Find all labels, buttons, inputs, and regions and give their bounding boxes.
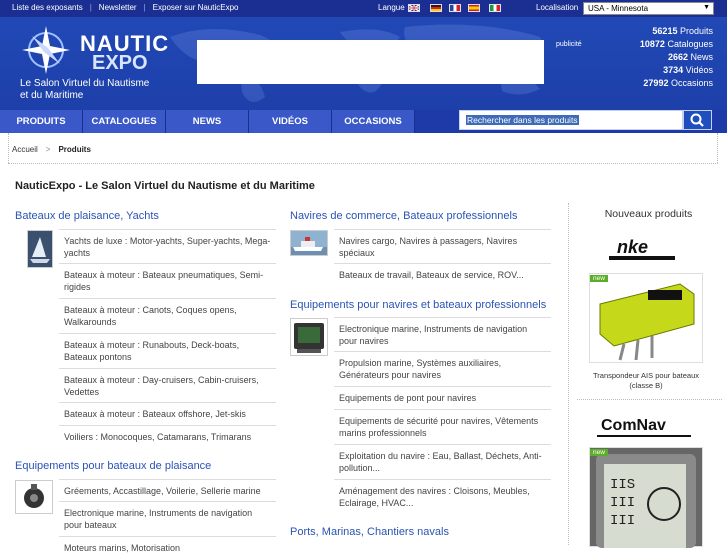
ship-thumbnail[interactable] — [290, 230, 328, 256]
block-thumbnail[interactable] — [15, 480, 53, 514]
divider — [8, 133, 9, 163]
language-label: Langue — [378, 3, 405, 12]
subcategory-item[interactable]: Navires cargo, Navires à passagers, Navi… — [334, 229, 551, 264]
subcategory-item[interactable]: Moteurs marins, Motorisation — [59, 536, 276, 559]
exhibit-link[interactable]: Exposer sur NauticExpo — [153, 3, 239, 12]
nauticexpo-logo[interactable]: NAUTIC EXPO — [18, 24, 168, 76]
ad-label: publicité — [556, 41, 582, 48]
svg-text:IIS: IIS — [610, 477, 635, 493]
page-title: NauticExpo - Le Salon Virtuel du Nautism… — [15, 180, 315, 192]
stat-occasions[interactable]: 27992 Occasions — [640, 77, 713, 90]
tab-occasions[interactable]: OCCASIONS — [332, 110, 415, 133]
subcategory-item[interactable]: Propulsion marine, Systèmes auxiliaires,… — [334, 351, 551, 386]
stat-news[interactable]: 2662 News — [640, 51, 713, 64]
top-bar: Liste des exposants | Newsletter | Expos… — [0, 0, 727, 17]
subcategory-item[interactable]: Exploitation du navire : Eau, Ballast, D… — [334, 444, 551, 479]
search-input[interactable]: Rechercher dans les produits — [459, 110, 683, 130]
subcategory-item[interactable]: Equipements de pont pour navires — [334, 386, 551, 409]
search-button[interactable] — [683, 110, 712, 130]
logo-wordmark-bottom: EXPO — [92, 52, 148, 74]
comnav-brand: ComNav — [601, 417, 666, 434]
breadcrumb-current: Produits — [58, 145, 91, 154]
stat-catalogues[interactable]: 10872 Catalogues — [640, 38, 713, 51]
divider — [577, 399, 722, 400]
radar-icon — [294, 323, 324, 353]
breadcrumb: Accueil > Produits — [12, 145, 91, 154]
exhibitors-list-link[interactable]: Liste des exposants — [12, 3, 83, 12]
subcategory-item[interactable]: Bateaux de travail, Bateaux de service, … — [334, 263, 551, 286]
radar-thumbnail[interactable] — [290, 318, 328, 356]
location-value: USA - Minnesota — [588, 4, 649, 13]
subcategory-item[interactable]: Voiliers : Monocoques, Catamarans, Trima… — [59, 425, 276, 448]
svg-text:III: III — [610, 513, 635, 529]
subcategory-item[interactable]: Yachts de luxe : Motor-yachts, Super-yac… — [59, 229, 276, 264]
new-badge: new — [590, 275, 608, 282]
category-commercial-ships[interactable]: Navires de commerce, Bateaux professionn… — [290, 210, 517, 222]
svg-text:III: III — [610, 495, 635, 511]
stat-videos[interactable]: 3734 Vidéos — [640, 64, 713, 77]
tab-products[interactable]: PRODUITS — [0, 110, 83, 133]
product-comnav[interactable]: IIS III III — [589, 447, 703, 548]
comnav-logo[interactable]: ComNav — [597, 417, 691, 437]
new-products-title: Nouveaux produits — [604, 208, 693, 220]
pulley-icon — [24, 484, 44, 508]
flag-de-icon[interactable] — [430, 4, 442, 12]
logo-bar — [597, 435, 691, 437]
subcategory-item[interactable]: Bateaux à moteur : Bateaux offshore, Jet… — [59, 402, 276, 425]
yacht-icon — [30, 237, 50, 263]
site-header: NAUTIC EXPO Le Salon Virtuel du Nautisme… — [0, 17, 727, 110]
location-label: Localisation — [536, 3, 579, 12]
subcategory-item[interactable]: Bateaux à moteur : Canots, Coques opens,… — [59, 298, 276, 333]
logo-wordmark-top: NAUTIC — [80, 31, 170, 56]
flag-es-icon[interactable] — [468, 4, 480, 12]
search-icon — [690, 113, 704, 127]
stat-products[interactable]: 56215 Produits — [640, 25, 713, 38]
product-caption[interactable]: Transpondeur AIS pour bateaux (classe B) — [589, 371, 703, 391]
product-ais-transponder[interactable] — [589, 273, 703, 363]
flag-en-icon[interactable] — [408, 4, 420, 12]
chevron-down-icon: ▼ — [703, 4, 710, 11]
flag-it-icon[interactable] — [489, 4, 501, 12]
subcategory-item[interactable]: Bateaux à moteur : Day-cruisers, Cabin-c… — [59, 368, 276, 403]
new-products-panel: Nouveaux produits nke new Transpondeur A… — [568, 203, 727, 548]
top-links: Liste des exposants | Newsletter | Expos… — [12, 3, 239, 12]
tab-news[interactable]: NEWS — [166, 110, 249, 133]
divider — [8, 163, 718, 164]
tab-catalogues[interactable]: CATALOGUES — [83, 110, 166, 133]
tagline: Le Salon Virtuel du Nautisme et du Marit… — [20, 78, 150, 101]
category-pleasure-boats[interactable]: Bateaux de plaisance, Yachts — [15, 210, 159, 222]
search-placeholder: Rechercher dans les produits — [466, 115, 579, 125]
new-badge: new — [590, 449, 608, 456]
subcategory-item[interactable]: Aménagement des navires : Cloisons, Meub… — [334, 479, 551, 514]
category-pleasure-equipment[interactable]: Equipements pour bateaux de plaisance — [15, 460, 211, 472]
site-stats: 56215 Produits 10872 Catalogues 2662 New… — [640, 25, 713, 90]
tab-videos[interactable]: VIDÉOS — [249, 110, 332, 133]
category-ports-marinas[interactable]: Ports, Marinas, Chantiers navals — [290, 526, 449, 538]
subcategory-item[interactable]: Electronique marine, Instruments de navi… — [334, 317, 551, 352]
logo-bar — [609, 256, 675, 260]
subcategory-item[interactable]: Gréements, Accastillage, Voilerie, Selle… — [59, 479, 276, 502]
compass-star-icon — [22, 26, 70, 74]
ais-device-icon — [599, 283, 695, 361]
subcategory-item[interactable]: Bateaux à moteur : Bateaux pneumatiques,… — [59, 263, 276, 298]
nke-brand: nke — [617, 237, 649, 257]
yacht-thumbnail[interactable] — [27, 230, 53, 268]
separator: | — [143, 3, 146, 12]
breadcrumb-home[interactable]: Accueil — [12, 145, 38, 154]
ship-icon — [291, 237, 327, 255]
subcategory-item[interactable]: Electronique marine, Instruments de navi… — [59, 501, 276, 536]
separator: | — [89, 3, 92, 12]
location-select[interactable]: USA - Minnesota ▼ — [583, 2, 714, 15]
autopilot-display-icon: IIS III III — [596, 454, 696, 548]
newsletter-link[interactable]: Newsletter — [99, 3, 137, 12]
nke-logo[interactable]: nke — [609, 237, 675, 261]
subcategory-item[interactable]: Bateaux à moteur : Runabouts, Deck-boats… — [59, 333, 276, 368]
divider — [717, 133, 718, 163]
subcategory-item[interactable]: Equipements de sécurité pour navires, Vê… — [334, 409, 551, 444]
category-ship-equipment[interactable]: Equipements pour navires et bateaux prof… — [290, 299, 546, 311]
flag-fr-icon[interactable] — [449, 4, 461, 12]
ad-banner[interactable] — [197, 40, 544, 84]
